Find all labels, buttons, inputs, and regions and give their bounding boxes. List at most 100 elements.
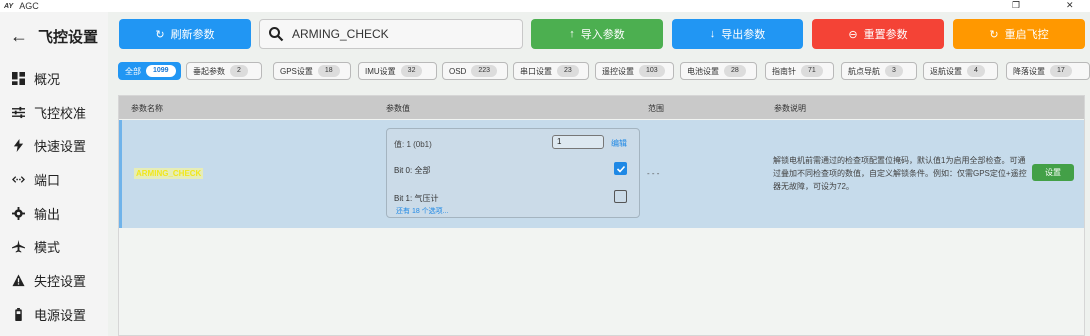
chip-label: 电池设置 <box>687 66 719 76</box>
chip-serial[interactable]: 串口设置 23 <box>513 62 589 80</box>
bit-label: Bit 0: 全部 <box>394 166 431 175</box>
chip-count: 1099 <box>146 65 176 77</box>
chip-label: IMU设置 <box>365 66 396 76</box>
sidebar-title: 飞控设置 <box>38 29 99 46</box>
sidebar-item-ports[interactable]: 端口 <box>10 169 60 189</box>
bolt-icon <box>10 137 26 153</box>
table-header: 参数名称 参数值 范围 参数说明 <box>119 96 1084 119</box>
chip-count: 71 <box>801 65 823 77</box>
app-logo: AY <box>4 2 14 10</box>
main-panel: ↻ 刷新参数 ↑ 导入参数 ↓ 导出参数 ⊖ 重置参数 ↻ 重启飞控 全部 10… <box>108 12 1090 336</box>
chip-label: 垂起参数 <box>193 66 225 76</box>
sidebar-header: ← 飞控设置 <box>10 26 98 47</box>
chip-label: 降落设置 <box>1013 66 1045 76</box>
export-params-button[interactable]: ↓ 导出参数 <box>672 19 803 49</box>
chip-count: 18 <box>317 65 340 77</box>
sidebar-item-power[interactable]: 电源设置 <box>10 304 86 324</box>
chip-all[interactable]: 全部 1099 <box>118 62 181 80</box>
sidebar-item-overview[interactable]: 概况 <box>10 68 60 88</box>
set-param-button[interactable]: 设置 <box>1032 164 1074 181</box>
chip-label: 全部 <box>125 66 141 76</box>
sidebar-item-label: 端口 <box>34 172 61 188</box>
chip-rc[interactable]: 遥控设置 103 <box>595 62 674 80</box>
category-chips: 全部 1099 垂起参数 2 GPS设置 18 IMU设置 32 OSD 223… <box>118 62 1090 80</box>
back-arrow-icon[interactable]: ← <box>10 26 32 47</box>
header-param-value: 参数值 <box>386 104 410 113</box>
arrow-up-icon: ↑ <box>569 28 575 40</box>
bitmask-editor: 值: 1 (0b1) 1 编辑 Bit 0: 全部 Bit 1: 气压计 还有 … <box>386 128 640 218</box>
param-range: - - - <box>647 169 660 178</box>
airplane-icon <box>10 238 26 254</box>
chip-count: 32 <box>400 65 423 77</box>
header-description: 参数说明 <box>774 104 806 113</box>
param-name: ARMING_CHECK <box>134 168 204 179</box>
chip-count: 103 <box>639 65 665 77</box>
sidebar-item-quick-setup[interactable]: 快速设置 <box>10 135 86 155</box>
sidebar-item-output[interactable]: 输出 <box>10 203 60 223</box>
sidebar-item-label: 模式 <box>34 239 61 255</box>
reset-params-button[interactable]: ⊖ 重置参数 <box>812 19 944 49</box>
chip-count: 17 <box>1050 65 1072 77</box>
reboot-icon: ↻ <box>989 28 999 41</box>
value-label: 值: 1 (0b1) <box>394 140 432 149</box>
sidebar-item-label: 飞控校准 <box>34 105 87 121</box>
chip-count: 223 <box>471 65 498 77</box>
chip-waypoint[interactable]: 航点导航 3 <box>841 62 917 80</box>
sidebar-item-calibration[interactable]: 飞控校准 <box>10 102 86 122</box>
checkmark-icon <box>616 165 625 173</box>
sidebar-item-label: 输出 <box>34 206 61 222</box>
chip-landing[interactable]: 降落设置 17 <box>1006 62 1090 80</box>
import-params-button[interactable]: ↑ 导入参数 <box>531 19 663 49</box>
reboot-fc-button[interactable]: ↻ 重启飞控 <box>953 19 1085 49</box>
param-description: 解锁电机前需通过的检查项配置位掩码，默认值1为启用全部检查。可通过叠加不同检查项… <box>773 156 1027 191</box>
chip-rtl[interactable]: 返航设置 4 <box>923 62 998 80</box>
bit1-checkbox[interactable] <box>614 190 627 203</box>
params-table: 参数名称 参数值 范围 参数说明 ARMING_CHECK 值: 1 (0b1)… <box>118 95 1085 336</box>
title-bar: AY AGC ❐ ✕ <box>0 0 1090 12</box>
chip-label: 遥控设置 <box>602 66 634 76</box>
chip-label: GPS设置 <box>280 66 313 76</box>
header-param-name: 参数名称 <box>131 104 163 113</box>
chip-label: 返航设置 <box>930 66 962 76</box>
sidebar-item-modes[interactable]: 模式 <box>10 236 60 256</box>
sidebar-item-label: 快速设置 <box>34 138 87 154</box>
chip-count: 2 <box>230 65 248 77</box>
warning-icon <box>10 272 26 288</box>
close-window-icon[interactable]: ✕ <box>1066 0 1074 11</box>
reset-params-label: 重置参数 <box>863 29 908 41</box>
chip-count: 3 <box>885 65 903 77</box>
search-box[interactable] <box>259 19 523 49</box>
sliders-icon <box>10 104 26 120</box>
search-icon <box>269 27 284 42</box>
reboot-fc-label: 重启飞控 <box>1004 29 1049 41</box>
import-params-label: 导入参数 <box>580 29 625 41</box>
chip-label: 航点导航 <box>848 66 880 76</box>
restore-window-icon[interactable]: ❐ <box>1012 0 1020 11</box>
header-range: 范围 <box>648 104 664 113</box>
chip-count: 28 <box>724 65 746 77</box>
chip-label: 串口设置 <box>520 66 552 76</box>
chip-compass[interactable]: 指南针 71 <box>765 62 834 80</box>
edit-link[interactable]: 编辑 <box>611 138 627 149</box>
gear-icon <box>10 205 26 221</box>
chip-osd[interactable]: OSD 223 <box>442 62 508 80</box>
table-row[interactable]: ARMING_CHECK 值: 1 (0b1) 1 编辑 Bit 0: 全部 B… <box>119 120 1084 228</box>
ports-icon <box>10 171 26 187</box>
bit0-checkbox[interactable] <box>614 162 627 175</box>
chip-gps[interactable]: GPS设置 18 <box>273 62 351 80</box>
dashboard-icon <box>10 70 26 86</box>
sidebar-item-failsafe[interactable]: 失控设置 <box>10 270 86 290</box>
search-input[interactable] <box>292 27 512 41</box>
value-input[interactable]: 1 <box>552 135 604 149</box>
refresh-icon: ↻ <box>155 28 165 41</box>
chip-imu[interactable]: IMU设置 32 <box>358 62 437 80</box>
arrow-down-icon: ↓ <box>709 28 716 40</box>
sidebar-item-label: 电源设置 <box>34 307 87 323</box>
chip-battery[interactable]: 电池设置 28 <box>680 62 757 80</box>
chip-count: 4 <box>967 65 985 77</box>
refresh-params-label: 刷新参数 <box>170 29 215 41</box>
refresh-params-button[interactable]: ↻ 刷新参数 <box>119 19 251 49</box>
chip-vtol[interactable]: 垂起参数 2 <box>186 62 262 80</box>
chip-label: OSD <box>449 66 467 76</box>
more-options-link[interactable]: 还有 18 个选项... <box>396 206 449 216</box>
